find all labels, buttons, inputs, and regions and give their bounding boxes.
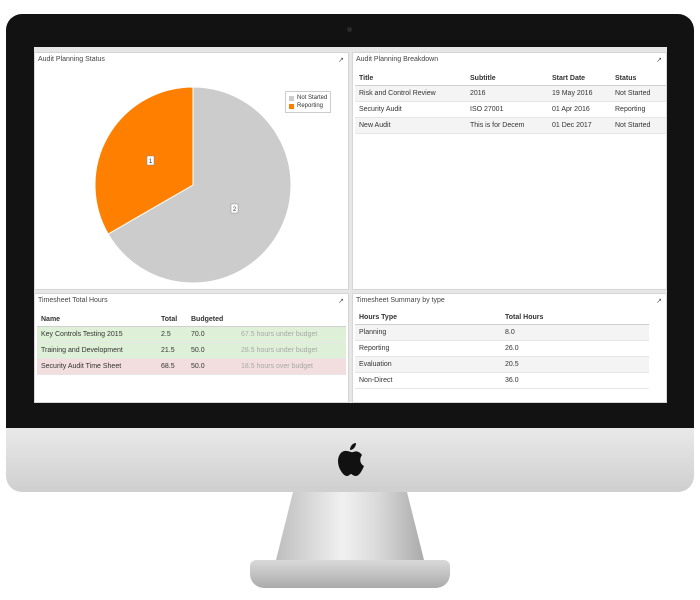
cell-budget-note: 67.5 hours under budget	[237, 326, 346, 343]
cell-start-date: 19 May 2016	[548, 85, 611, 102]
apple-logo-icon	[338, 443, 364, 476]
table-row[interactable]: Training and Development 21.5 50.0 28.5 …	[37, 342, 346, 359]
cell-name: Key Controls Testing 2015	[37, 326, 157, 343]
cell-title: Risk and Control Review	[355, 85, 466, 102]
legend-swatch	[289, 95, 294, 101]
panel-title: Timesheet Total Hours	[38, 297, 108, 304]
cell-start-date: 01 Dec 2017	[548, 117, 611, 134]
breakdown-table: Title Subtitle Start Date Status Risk an…	[355, 71, 666, 134]
slice-label-not-started: 2	[230, 203, 239, 214]
table-row[interactable]: Reporting 26.0	[355, 340, 649, 357]
cell-title: New Audit	[355, 117, 466, 134]
audit-planning-breakdown-panel: Audit Planning Breakdown ↗ Title Subtitl…	[352, 52, 667, 290]
legend-item-not-started[interactable]: Not Started	[289, 94, 327, 102]
camera-icon	[347, 27, 352, 32]
pie-chart: 2 1	[94, 86, 292, 284]
cell-budget-note: 18.5 hours over budget	[237, 358, 346, 375]
cell-total: 2.5	[157, 326, 187, 343]
table-row[interactable]: Security Audit ISO 27001 01 Apr 2016 Rep…	[355, 101, 666, 118]
cell-name: Security Audit Time Sheet	[37, 358, 157, 375]
cell-budgeted: 50.0	[187, 358, 237, 375]
audit-planning-status-panel: Audit Planning Status ↗ 2 1 Not Started …	[34, 52, 349, 290]
legend-swatch	[289, 103, 294, 109]
table-header-row: Hours Type Total Hours	[355, 310, 649, 325]
timesheet-summary-panel: Timesheet Summary by type ↗ Hours Type T…	[352, 293, 667, 403]
cell-total: 21.5	[157, 342, 187, 359]
table-row[interactable]: Evaluation 20.5	[355, 356, 649, 373]
table-row[interactable]: Risk and Control Review 2016 19 May 2016…	[355, 85, 666, 102]
column-header-total[interactable]: Total	[157, 312, 187, 327]
cell-status: Not Started	[611, 117, 666, 134]
expand-icon[interactable]: ↗	[656, 56, 662, 64]
column-header-start-date[interactable]: Start Date	[548, 71, 611, 86]
table-row[interactable]: Planning 8.0	[355, 324, 649, 341]
table-header-row: Name Total Budgeted	[37, 312, 346, 327]
chart-legend: Not Started Reporting	[285, 91, 332, 113]
column-header-subtitle[interactable]: Subtitle	[466, 71, 548, 86]
legend-item-reporting[interactable]: Reporting	[289, 102, 327, 110]
column-header-note	[237, 312, 346, 327]
table-header-row: Title Subtitle Start Date Status	[355, 71, 666, 86]
column-header-name[interactable]: Name	[37, 312, 157, 327]
timesheet-table: Name Total Budgeted Key Controls Testing…	[37, 312, 346, 375]
table-row[interactable]: Non-Direct 36.0	[355, 372, 649, 389]
cell-status: Reporting	[611, 101, 666, 118]
expand-icon[interactable]: ↗	[338, 297, 344, 305]
column-header-title[interactable]: Title	[355, 71, 466, 86]
cell-hours-type: Evaluation	[355, 356, 501, 373]
slice-label-reporting: 1	[146, 155, 155, 166]
cell-total-hours: 8.0	[501, 324, 649, 341]
legend-label: Reporting	[297, 103, 324, 109]
panel-title: Audit Planning Breakdown	[356, 56, 439, 63]
cell-total-hours: 36.0	[501, 372, 649, 389]
dashboard-screen: Audit Planning Status ↗ 2 1 Not Started …	[34, 47, 667, 403]
cell-budgeted: 70.0	[187, 326, 237, 343]
cell-total-hours: 20.5	[501, 356, 649, 373]
cell-budget-note: 28.5 hours under budget	[237, 342, 346, 359]
cell-start-date: 01 Apr 2016	[548, 101, 611, 118]
legend-label: Not Started	[297, 95, 328, 101]
column-header-total-hours[interactable]: Total Hours	[501, 310, 649, 325]
column-header-hours-type[interactable]: Hours Type	[355, 310, 501, 325]
summary-table: Hours Type Total Hours Planning 8.0 Repo…	[355, 310, 649, 389]
cell-budgeted: 50.0	[187, 342, 237, 359]
panel-title: Timesheet Summary by type	[356, 297, 445, 304]
cell-total: 68.5	[157, 358, 187, 375]
monitor-stand	[275, 492, 425, 564]
cell-name: Training and Development	[37, 342, 157, 359]
cell-total-hours: 26.0	[501, 340, 649, 357]
table-row[interactable]: Security Audit Time Sheet 68.5 50.0 18.5…	[37, 358, 346, 375]
cell-hours-type: Planning	[355, 324, 501, 341]
cell-hours-type: Non-Direct	[355, 372, 501, 389]
table-row[interactable]: New Audit This is for Decem 01 Dec 2017 …	[355, 117, 666, 134]
cell-hours-type: Reporting	[355, 340, 501, 357]
cell-title: Security Audit	[355, 101, 466, 118]
column-header-status[interactable]: Status	[611, 71, 666, 86]
cell-subtitle: This is for Decem	[466, 117, 548, 134]
cell-subtitle: ISO 27001	[466, 101, 548, 118]
timesheet-total-hours-panel: Timesheet Total Hours ↗ Name Total Budge…	[34, 293, 349, 403]
expand-icon[interactable]: ↗	[656, 297, 662, 305]
table-row[interactable]: Key Controls Testing 2015 2.5 70.0 67.5 …	[37, 326, 346, 343]
cell-status: Not Started	[611, 85, 666, 102]
monitor-stand-base	[250, 560, 450, 588]
cell-subtitle: 2016	[466, 85, 548, 102]
column-header-budgeted[interactable]: Budgeted	[187, 312, 237, 327]
